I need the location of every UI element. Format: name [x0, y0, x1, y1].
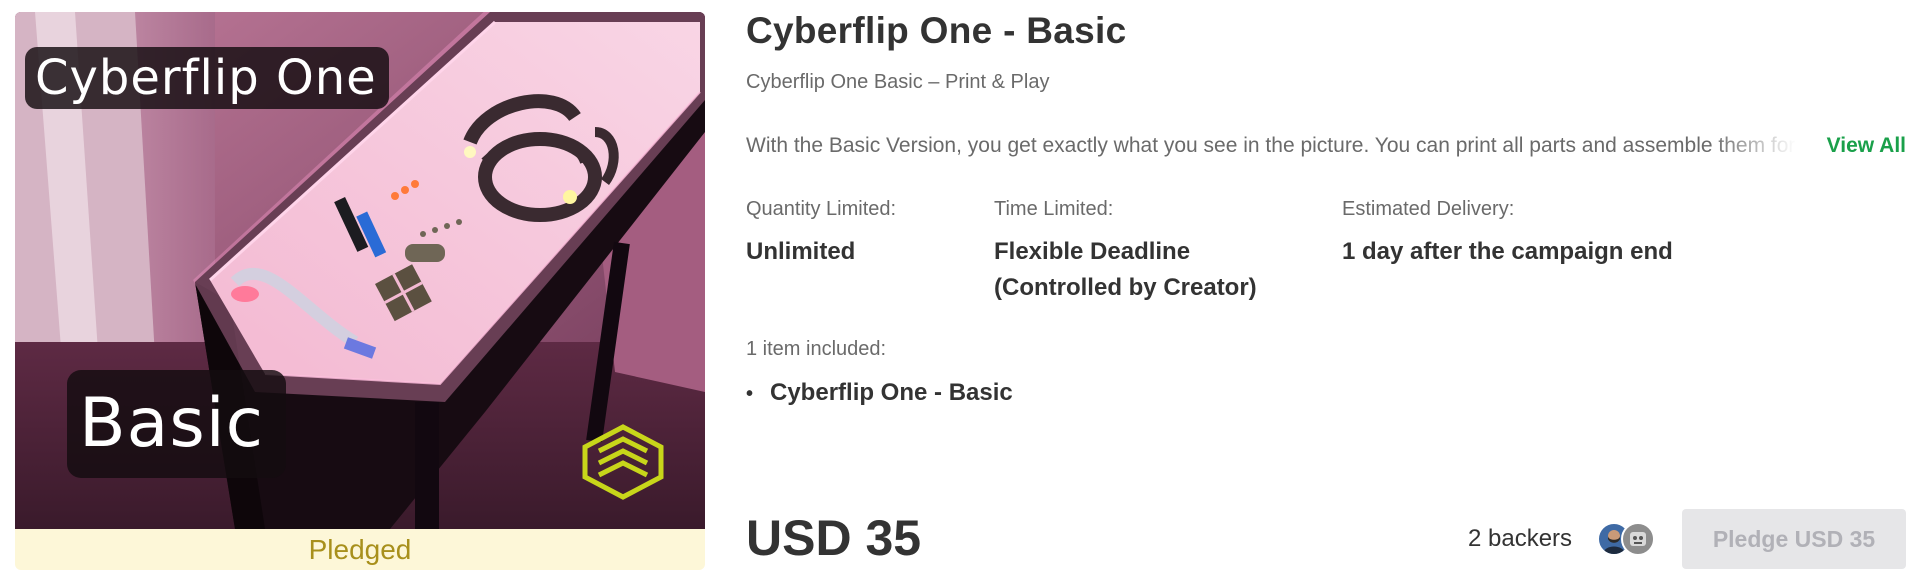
- meta-label: Quantity Limited:: [746, 198, 897, 220]
- bullet-icon: •: [746, 383, 754, 405]
- meta-label: Time Limited:: [994, 198, 1114, 220]
- avatar: [1621, 522, 1655, 556]
- reward-subtitle: Cyberflip One Basic – Print & Play: [746, 71, 1050, 93]
- meta-value: 1 day after the campaign end: [1342, 238, 1673, 265]
- view-all-link[interactable]: View All: [1827, 130, 1906, 162]
- quantity-limited-info: Quantity Limited: Unlimited: [746, 196, 966, 270]
- image-overlay-tier-name: Basic: [67, 370, 287, 478]
- time-limited-info: Time Limited: Flexible Deadline (Control…: [994, 196, 1324, 306]
- reward-details: Cyberflip One - Basic Cyberflip One Basi…: [746, 0, 1910, 584]
- items-included-label: 1 item included:: [746, 338, 887, 360]
- backers-count: 2 backers: [1468, 525, 1573, 552]
- pledge-button[interactable]: Pledge USD 35: [1682, 509, 1906, 569]
- pledged-status-bar: Pledged: [15, 529, 705, 570]
- meta-value: Unlimited: [746, 238, 856, 265]
- reward-image-card: Cyberflip One Basic Pledged: [15, 12, 705, 570]
- backer-avatar-robot-icon: [1630, 532, 1646, 546]
- included-item-name: Cyberflip One - Basic: [770, 379, 1013, 406]
- meta-value: Flexible Deadline (Controlled by Creator…: [994, 238, 1257, 301]
- product-photo: Cyberflip One Basic: [15, 12, 705, 529]
- description-row: With the Basic Version, you get exactly …: [746, 130, 1906, 162]
- image-overlay-product-name: Cyberflip One: [25, 47, 389, 109]
- reward-description: With the Basic Version, you get exactly …: [746, 134, 1796, 157]
- reward-price: USD 35: [746, 510, 922, 566]
- reward-title: Cyberflip One - Basic: [746, 10, 1127, 51]
- list-item: • Cyberflip One - Basic: [746, 376, 1013, 411]
- estimated-delivery-info: Estimated Delivery: 1 day after the camp…: [1342, 196, 1842, 270]
- meta-label: Estimated Delivery:: [1342, 198, 1515, 220]
